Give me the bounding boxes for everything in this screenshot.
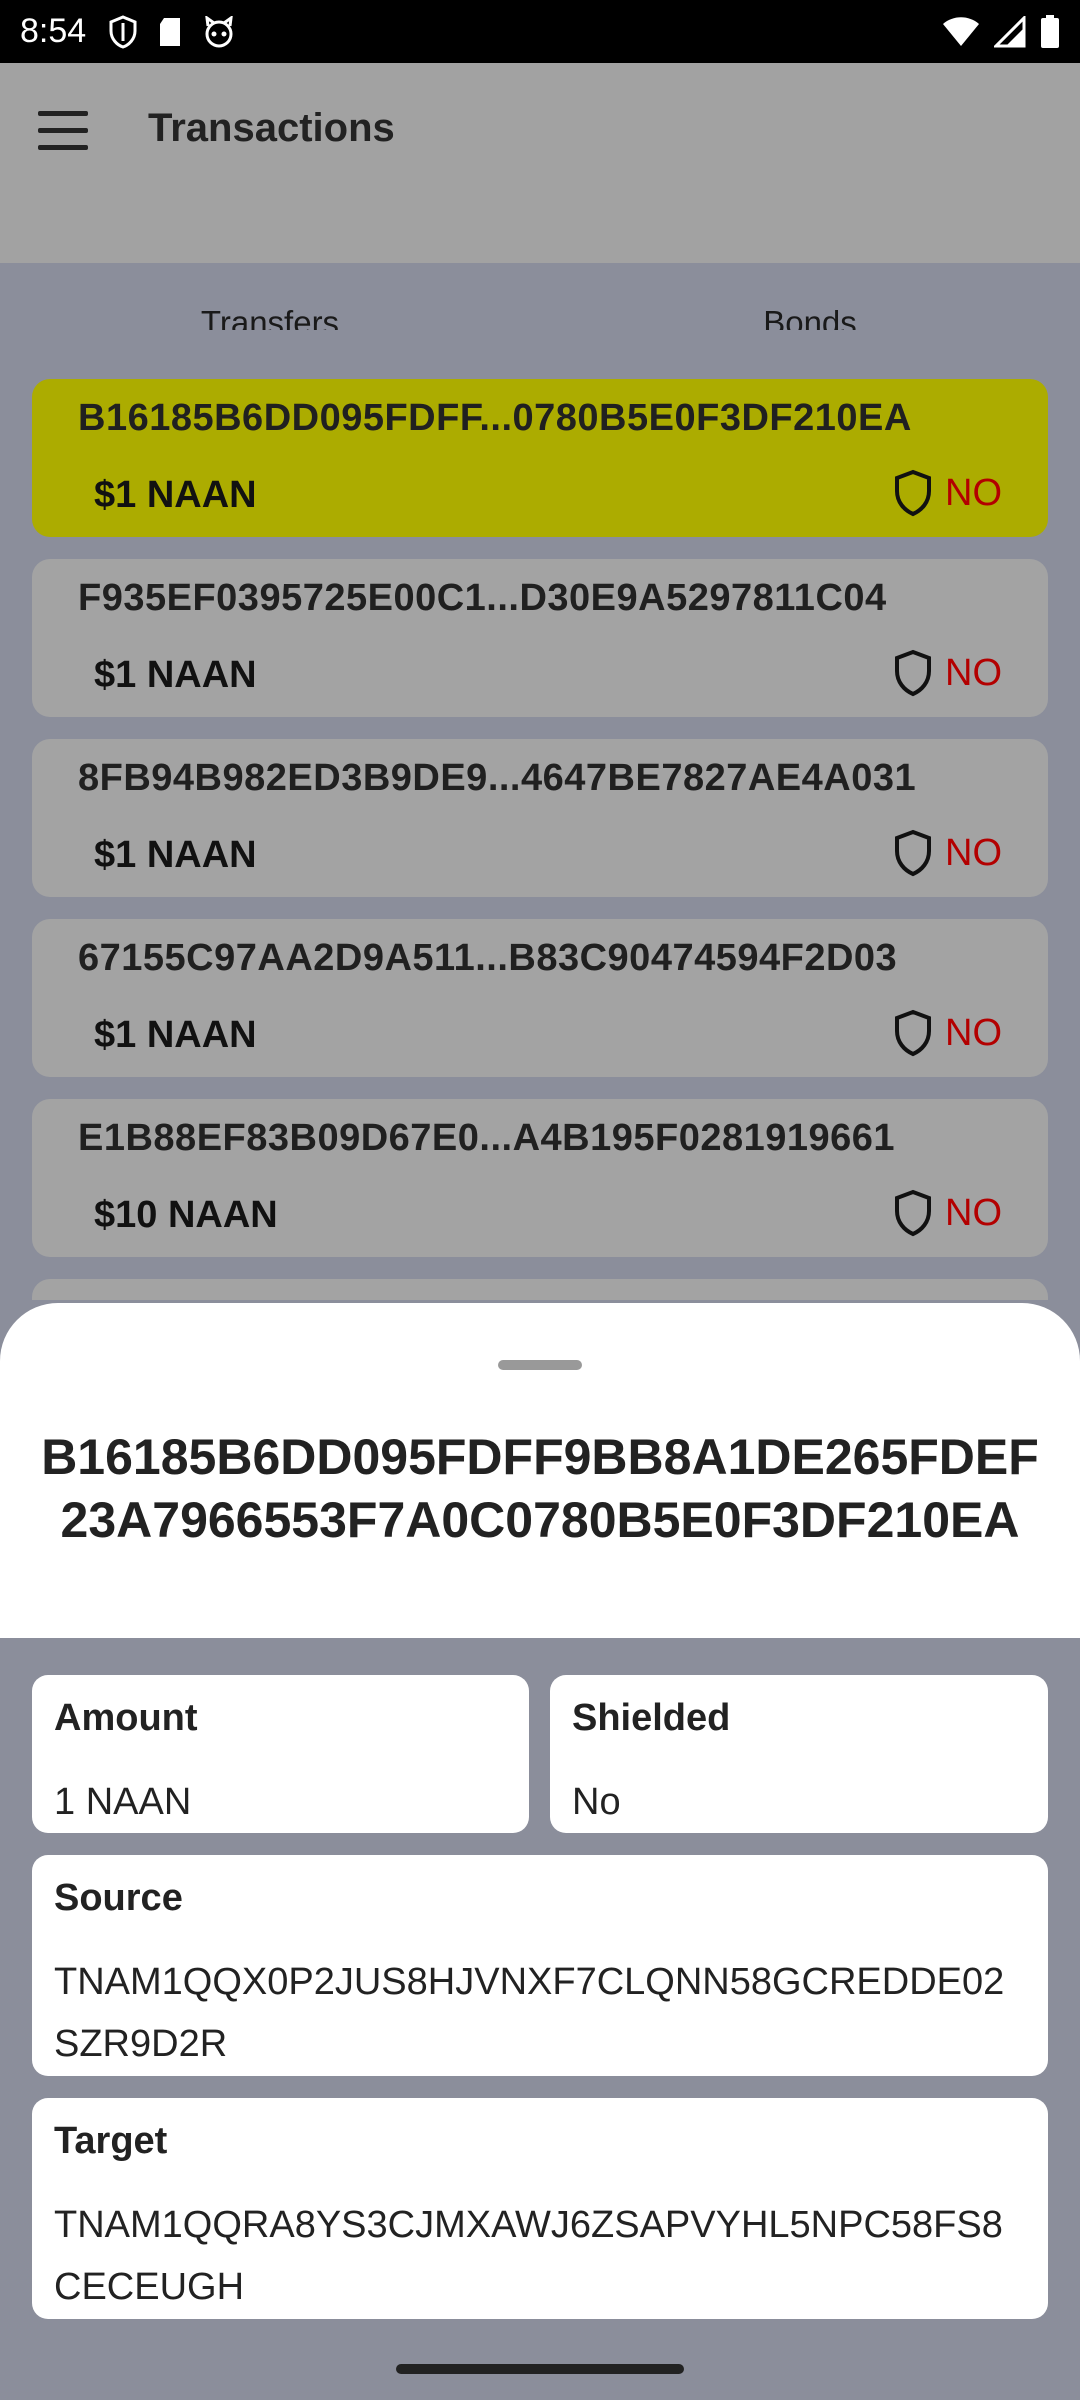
transaction-amount: $1 NAAN [94,834,257,876]
shielded-status: NO [945,471,1002,514]
status-bar: 8:54 [0,0,1080,63]
shield-icon [895,829,931,877]
wifi-icon [943,16,979,46]
amount-card: Amount 1 NAAN [32,1675,529,1833]
shielded-status: NO [945,1011,1002,1054]
transaction-hash: F935EF0395725E00C1...D30E9A5297811C04 [78,577,887,619]
source-card: Source TNAM1QQX0P2JUS8HJVNXF7CLQNN58GCRE… [32,1855,1048,2076]
shielded-value: No [572,1781,621,1823]
transaction-card-partial[interactable] [32,1279,1048,1300]
drag-handle[interactable] [498,1360,582,1370]
cat-face-icon [205,15,233,47]
shielded-label: Shielded [572,1697,731,1739]
shield-icon [895,1009,931,1057]
transaction-amount: $1 NAAN [94,654,257,696]
shield-icon [895,649,931,697]
transaction-hash: E1B88EF83B09D67E0...A4B195F0281919661 [78,1117,896,1159]
target-label: Target [54,2120,168,2162]
shielded-status: NO [945,651,1002,694]
target-card: Target TNAM1QQRA8YS3CJMXAWJ6ZSAPVYHL5NPC… [32,2098,1048,2319]
shield-icon [109,14,137,49]
transaction-amount: $10 NAAN [94,1194,278,1236]
app-bar: Transactions Transfers Bonds [0,63,1080,393]
battery-icon [1041,14,1059,48]
status-time: 8:54 [20,12,87,50]
sd-card-icon [160,17,181,46]
transaction-hash: 8FB94B982ED3B9DE9...4647BE7827AE4A031 [78,757,917,799]
shield-icon [895,469,931,517]
transaction-card[interactable]: 8FB94B982ED3B9DE9...4647BE7827AE4A031 $1… [32,739,1048,897]
source-address: TNAM1QQX0P2JUS8HJVNXF7CLQNN58GCREDDE02SZ… [54,1961,1005,2065]
transaction-hash: 67155C97AA2D9A511...B83C90474594F2D03 [78,937,898,979]
transaction-list: B16185B6DD095FDFF...0780B5E0F3DF210EA $1… [0,330,1080,1300]
shield-icon [895,1189,931,1237]
transaction-hash-title: B16185B6DD095FDFF9BB8A1DE265FDEF23A79665… [41,1429,1039,1548]
detail-area: Amount 1 NAAN Shielded No Source TNAM1QQ… [0,1638,1080,2400]
shielded-status: NO [945,1191,1002,1234]
source-label: Source [54,1877,183,1919]
shielded-status: NO [945,831,1002,874]
hamburger-menu-icon[interactable] [38,111,88,151]
shielded-card: Shielded No [550,1675,1048,1833]
transaction-detail-sheet: B16185B6DD095FDFF9BB8A1DE265FDEF23A79665… [0,1303,1080,2400]
target-address: TNAM1QQRA8YS3CJMXAWJ6ZSAPVYHL5NPC58FS8CE… [54,2204,1003,2308]
transaction-card[interactable]: F935EF0395725E00C1...D30E9A5297811C04 $1… [32,559,1048,717]
transaction-card[interactable]: E1B88EF83B09D67E0...A4B195F0281919661 $1… [32,1099,1048,1257]
transaction-card[interactable]: B16185B6DD095FDFF...0780B5E0F3DF210EA $1… [32,379,1048,537]
transaction-amount: $1 NAAN [94,474,257,516]
transaction-hash: B16185B6DD095FDFF...0780B5E0F3DF210EA [78,397,912,439]
signal-icon [994,15,1026,47]
transaction-card[interactable]: 67155C97AA2D9A511...B83C90474594F2D03 $1… [32,919,1048,1077]
amount-label: Amount [54,1697,198,1739]
page-title: Transactions [148,106,395,150]
transaction-amount: $1 NAAN [94,1014,257,1056]
home-indicator[interactable] [396,2364,684,2374]
